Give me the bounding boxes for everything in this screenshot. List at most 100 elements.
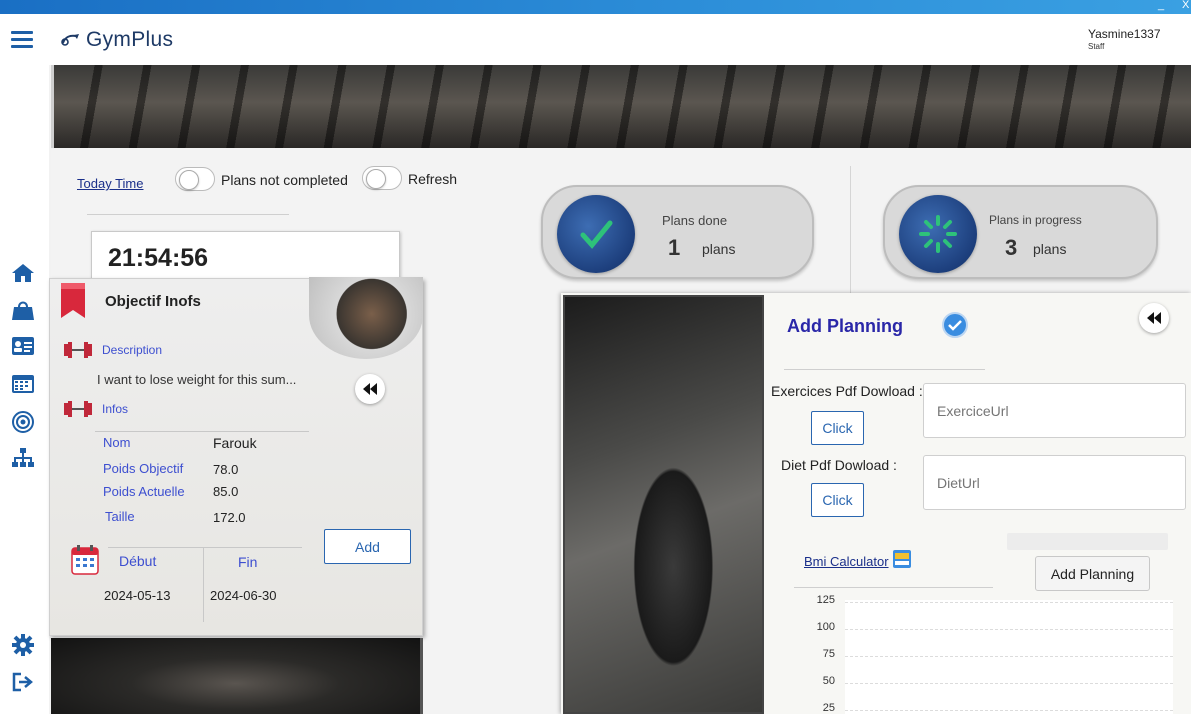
dumbbell-logo-icon [61,34,79,46]
app-name: GymPlus [86,28,174,51]
info-value-taille: 172.0 [213,510,246,525]
divider [95,431,309,432]
window-title-bar: _ X [0,0,1191,14]
add-planning-button[interactable]: Add Planning [1035,556,1150,591]
clock-time: 21:54:56 [108,244,209,272]
exercise-pdf-label: Exercices Pdf Dowload : [771,383,923,399]
info-label-nom: Nom [103,435,131,450]
divider [794,587,993,588]
shopping-bag-icon[interactable] [11,299,35,321]
info-value-poids-actuelle: 85.0 [213,484,239,499]
member-avatar [309,277,423,359]
diet-pdf-label: Diet Pdf Dowload : [781,457,897,473]
info-label-poids-actuelle: Poids Actuelle [103,484,185,499]
divider-vertical [203,547,204,622]
info-label-taille: Taille [105,509,135,524]
infos-label: Infos [102,402,129,416]
divider [87,214,289,215]
info-value-nom: Farouk [213,435,257,451]
plans-not-completed-label: Plans not completed [221,172,348,188]
chart-gridline [845,656,1173,657]
dumbbell-icon [64,342,92,358]
target-icon[interactable] [11,411,35,433]
collapse-objective-button[interactable] [355,374,385,404]
refresh-toggle[interactable] [362,166,402,190]
workout-photo [51,638,423,714]
verified-badge-icon [942,312,968,338]
settings-gear-icon[interactable] [11,634,35,656]
hamburger-menu-icon[interactable] [11,31,33,49]
double-chevron-left-icon [363,383,377,395]
progress-chart: 125 100 75 50 25 [791,593,1191,714]
chart-plot-area [845,600,1173,714]
plans-in-progress-badge [899,195,977,273]
top-header: GymPlus Yasmine1337 Staff [0,14,1191,65]
chart-y-tick-label: 75 [822,648,835,660]
exercise-url-input[interactable] [923,383,1186,438]
fin-label: Fin [238,554,258,570]
dumbbell-icon [64,401,92,417]
plans-done-unit: plans [702,241,736,257]
add-planning-panel: Add Planning Exercices Pdf Dowload : Cli… [561,293,1191,714]
double-chevron-left-icon [1147,312,1161,324]
debut-label: Début [119,553,157,569]
divider [108,547,302,548]
debut-value: 2024-05-13 [104,588,171,603]
diet-click-button[interactable]: Click [811,483,864,517]
refresh-label: Refresh [408,171,458,187]
app-logo: GymPlus [60,28,173,52]
home-icon[interactable] [11,262,35,284]
close-button[interactable]: X [1182,0,1189,11]
today-time-link[interactable]: Today Time [77,176,143,191]
info-value-poids-objectif: 78.0 [213,462,239,477]
chart-y-tick-label: 25 [822,702,835,714]
divider [784,369,985,370]
description-label: Description [102,343,163,357]
bookmark-icon [61,283,85,318]
main-content: Today Time Plans not completed Refresh 2… [49,148,1191,714]
divider-vertical [850,166,851,294]
sidebar [0,65,49,714]
logout-icon[interactable] [11,671,35,693]
plans-in-progress-unit: plans [1033,241,1067,257]
plans-in-progress-card: Plans in progress 3 plans [883,185,1158,279]
add-objective-button[interactable]: Add [324,529,411,564]
plans-done-badge [557,195,635,273]
chart-gridline [845,629,1173,630]
chart-y-tick-label: 50 [822,675,835,687]
bmi-result-bar [1007,533,1168,550]
chart-y-tick-label: 100 [816,621,835,633]
calendar-icon[interactable] [11,372,35,394]
user-role: Staff [1088,42,1105,51]
calendar-date-icon [71,545,99,575]
bmi-scale-icon [893,550,911,568]
description-text: I want to lose weight for this sum... [97,372,297,387]
chart-gridline [845,683,1173,684]
exercise-click-button[interactable]: Click [811,411,864,445]
chart-gridline [845,710,1173,711]
checkmark-icon [580,220,613,249]
info-label-poids-objectif: Poids Objectif [103,461,184,476]
gym-banner-image [51,65,1191,148]
org-chart-icon[interactable] [11,447,35,469]
loading-spinner-icon [919,215,957,253]
objective-info-card: Objectif Inofs Description I want to los… [49,277,423,636]
plans-done-count: 1 [668,235,681,260]
collapse-planning-button[interactable] [1139,303,1169,333]
chart-gridline [845,602,1173,603]
objective-title: Objectif Inofs [105,293,201,310]
plans-not-completed-toggle[interactable] [175,167,215,191]
plans-in-progress-count: 3 [1005,235,1018,260]
add-planning-title: Add Planning [787,316,903,336]
plans-done-label: Plans done [662,213,728,228]
fin-value: 2024-06-30 [210,588,277,603]
plans-in-progress-label: Plans in progress [989,213,1082,227]
bmi-calculator-link[interactable]: Bmi Calculator [804,554,889,569]
diet-url-input[interactable] [923,455,1186,510]
user-name[interactable]: Yasmine1337 [1088,27,1161,41]
plans-done-card: Plans done 1 plans [541,185,814,279]
dumbbell-photo [563,295,764,714]
minimize-button[interactable]: _ [1158,0,1164,11]
chart-y-tick-label: 125 [816,594,835,606]
id-card-icon[interactable] [11,335,35,357]
